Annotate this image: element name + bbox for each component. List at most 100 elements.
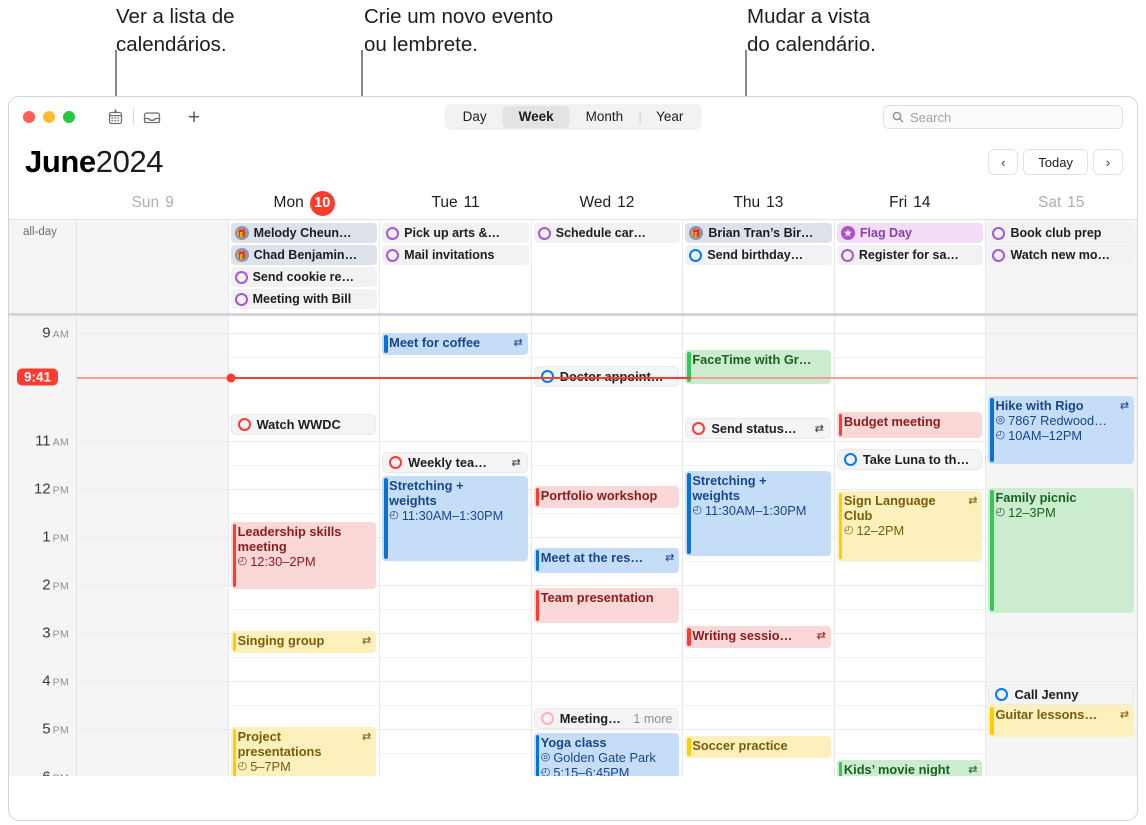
search-field[interactable]: Search — [883, 105, 1123, 129]
reminder-checkbox[interactable] — [992, 248, 1006, 262]
hour-gridline — [77, 537, 228, 538]
all-day-birthday-chip[interactable]: 🎁 Melody Cheun… — [230, 223, 378, 243]
tab-day[interactable]: Day — [447, 106, 503, 128]
all-day-reminder-chip[interactable]: Book club prep — [988, 223, 1136, 243]
day-column-mon[interactable]: Watch WWDC Leadership skills meeting ◴ 12:3… — [228, 316, 381, 776]
reminder-checkbox[interactable] — [234, 292, 248, 306]
reminder-checkbox[interactable] — [843, 453, 857, 466]
all-day-column-sun[interactable] — [77, 220, 229, 313]
reminder-checkbox[interactable] — [540, 712, 554, 725]
calendar-event[interactable]: Project presentations ◴ 5–7PM ⇄ — [230, 727, 377, 776]
hour-gridline — [531, 333, 683, 334]
calendar-event[interactable]: Kids’ movie night ⇄ — [836, 760, 983, 776]
calendar-grid-icon[interactable] — [100, 104, 130, 130]
calendar-event[interactable]: Hike with Rigo ◎ 7867 Redwood… ◴ 10AM–12PM ⇄ — [988, 396, 1135, 464]
reminder-item[interactable]: Send status… ⇄ — [685, 418, 831, 439]
tab-week[interactable]: Week — [502, 106, 570, 128]
all-day-column-tue[interactable]: Pick up arts &… Mail invitations — [380, 220, 532, 313]
view-segmented-control[interactable]: Day Week Month Year — [444, 104, 702, 130]
day-column-sun[interactable] — [77, 316, 229, 776]
calendar-event[interactable]: Stretching + weights ◴ 11:30AM–1:30PM — [382, 476, 528, 561]
all-day-birthday-chip[interactable]: 🎁 Brian Tran’s Bir… — [685, 223, 832, 243]
half-hour-gridline — [228, 705, 380, 706]
calendar-event[interactable]: Portfolio workshop — [533, 486, 680, 508]
tab-month[interactable]: Month — [570, 106, 640, 128]
calendar-event[interactable]: Sign Language Club ◴ 12–2PM ⇄ — [836, 491, 983, 561]
calendar-event[interactable]: Meet at the res… ⇄ — [533, 548, 680, 573]
day-header-tue[interactable]: Tue 11 — [380, 191, 531, 216]
today-button[interactable]: Today — [1023, 149, 1088, 175]
day-column-tue[interactable]: Meet for coffee ⇄ Weekly tea… ⇄ Stretching +… — [380, 316, 532, 776]
all-day-column-mon[interactable]: 🎁 Melody Cheun… 🎁 Chad Benjamin… Send cookie… — [229, 220, 381, 313]
all-day-reminder-chip[interactable]: Register for sa… — [836, 245, 984, 265]
calendar-event[interactable]: Leadership skills meeting ◴ 12:30–2PM — [230, 522, 377, 589]
reminder-checkbox[interactable] — [995, 688, 1009, 701]
calendar-event[interactable]: Singing group ⇄ — [230, 631, 377, 653]
day-column-wed[interactable]: Doctor appoint…Portfolio workshopMeet at… — [531, 316, 684, 776]
calendar-event[interactable]: Team presentation — [533, 588, 680, 623]
all-day-column-sat[interactable]: Book club prep Watch new mo… — [986, 220, 1137, 313]
reminder-checkbox[interactable] — [386, 226, 400, 240]
all-day-reminder-chip[interactable]: Schedule car… — [533, 223, 681, 243]
day-column-sat[interactable]: Hike with Rigo ◎ 7867 Redwood… ◴ 10AM–12PM ⇄ F… — [986, 316, 1137, 776]
reminder-checkbox[interactable] — [689, 248, 703, 262]
reminder-item[interactable]: Weekly tea… ⇄ — [382, 452, 528, 473]
zoom-window-button[interactable] — [63, 111, 75, 123]
all-day-reminder-chip[interactable]: Mail invitations — [382, 245, 529, 265]
calendar-event[interactable]: Family picnic ◴ 12–3PM — [988, 488, 1135, 613]
calendar-event[interactable]: Yoga class ◎ Golden Gate Park ◴ 5:15–6:45PM — [533, 733, 680, 776]
day-header-sat[interactable]: Sat 15 — [986, 191, 1137, 216]
reminder-item[interactable]: Call Jenny — [988, 684, 1135, 705]
all-day-reminder-chip[interactable]: Watch new mo… — [988, 245, 1136, 265]
all-day-reminder-chip[interactable]: Send cookie re… — [230, 267, 378, 287]
all-day-column-fri[interactable]: ★ Flag Day Register for sa… — [835, 220, 987, 313]
hour-gridline — [380, 585, 531, 586]
calendar-event[interactable]: FaceTime with Gr… — [685, 350, 831, 384]
reminder-checkbox[interactable] — [389, 456, 403, 469]
add-event-button[interactable]: + — [183, 107, 205, 128]
calendar-event[interactable]: Soccer practice — [685, 736, 831, 758]
day-column-fri[interactable]: Budget meeting Take Luna to th… Sign Langu… — [834, 316, 987, 776]
all-day-birthday-chip[interactable]: 🎁 Chad Benjamin… — [230, 245, 378, 265]
reminder-checkbox[interactable] — [386, 248, 400, 262]
reminder-checkbox[interactable] — [692, 422, 706, 435]
day-header-fri[interactable]: Fri 14 — [834, 191, 985, 216]
previous-week-button[interactable]: ‹ — [988, 149, 1019, 175]
day-header-name: Sat — [1037, 194, 1062, 211]
all-day-holiday-chip[interactable]: ★ Flag Day — [836, 223, 984, 243]
day-header-name: Tue — [431, 194, 458, 211]
all-day-column-wed[interactable]: Schedule car… — [532, 220, 684, 313]
day-header-mon[interactable]: Mon 10 — [228, 190, 379, 216]
inbox-tray-icon[interactable] — [137, 104, 167, 130]
calendar-event[interactable]: Stretching + weights ◴ 11:30AM–1:30PM — [685, 471, 831, 556]
all-day-reminder-chip[interactable]: Pick up arts &… — [382, 223, 529, 243]
reminder-item[interactable]: Take Luna to th… — [836, 449, 983, 470]
event-color-bar — [687, 628, 691, 646]
calendar-event[interactable]: Meet for coffee ⇄ — [382, 333, 528, 355]
calendar-event[interactable]: Guitar lessons… ⇄ — [988, 705, 1135, 737]
minimize-window-button[interactable] — [43, 111, 55, 123]
all-day-reminder-chip[interactable]: Send birthday… — [685, 245, 832, 265]
day-header-sun[interactable]: Sun 9 — [77, 191, 228, 216]
reminder-checkbox[interactable] — [840, 248, 854, 262]
event-location: ◎ Golden Gate Park — [541, 750, 676, 765]
close-window-button[interactable] — [23, 111, 35, 123]
day-header-thu[interactable]: Thu 13 — [683, 191, 834, 216]
tab-year[interactable]: Year — [640, 106, 699, 128]
reminder-item[interactable]: Meeting… 1 more — [533, 708, 680, 729]
reminder-item[interactable]: Watch WWDC — [230, 414, 377, 435]
current-time-badge: 9:41 — [17, 368, 59, 386]
reminder-checkbox[interactable] — [537, 226, 551, 240]
event-time-text: 12:30–2PM — [250, 554, 316, 569]
day-header-wed[interactable]: Wed 12 — [531, 191, 682, 216]
all-day-column-thu[interactable]: 🎁 Brian Tran’s Bir… Send birthday… — [683, 220, 835, 313]
calendar-event[interactable]: Writing sessio… ⇄ — [685, 626, 831, 648]
reminder-checkbox[interactable] — [234, 270, 248, 284]
next-week-button[interactable]: › — [1093, 149, 1123, 175]
all-day-reminder-chip[interactable]: Meeting with Bill — [230, 289, 378, 309]
day-column-thu[interactable]: FaceTime with Gr… Send status… ⇄ Stretching… — [683, 316, 835, 776]
reminder-checkbox[interactable] — [237, 418, 251, 431]
reminder-checkbox[interactable] — [992, 226, 1006, 240]
more-events-label[interactable]: 1 more — [633, 712, 672, 726]
calendar-event[interactable]: Budget meeting — [836, 412, 983, 438]
